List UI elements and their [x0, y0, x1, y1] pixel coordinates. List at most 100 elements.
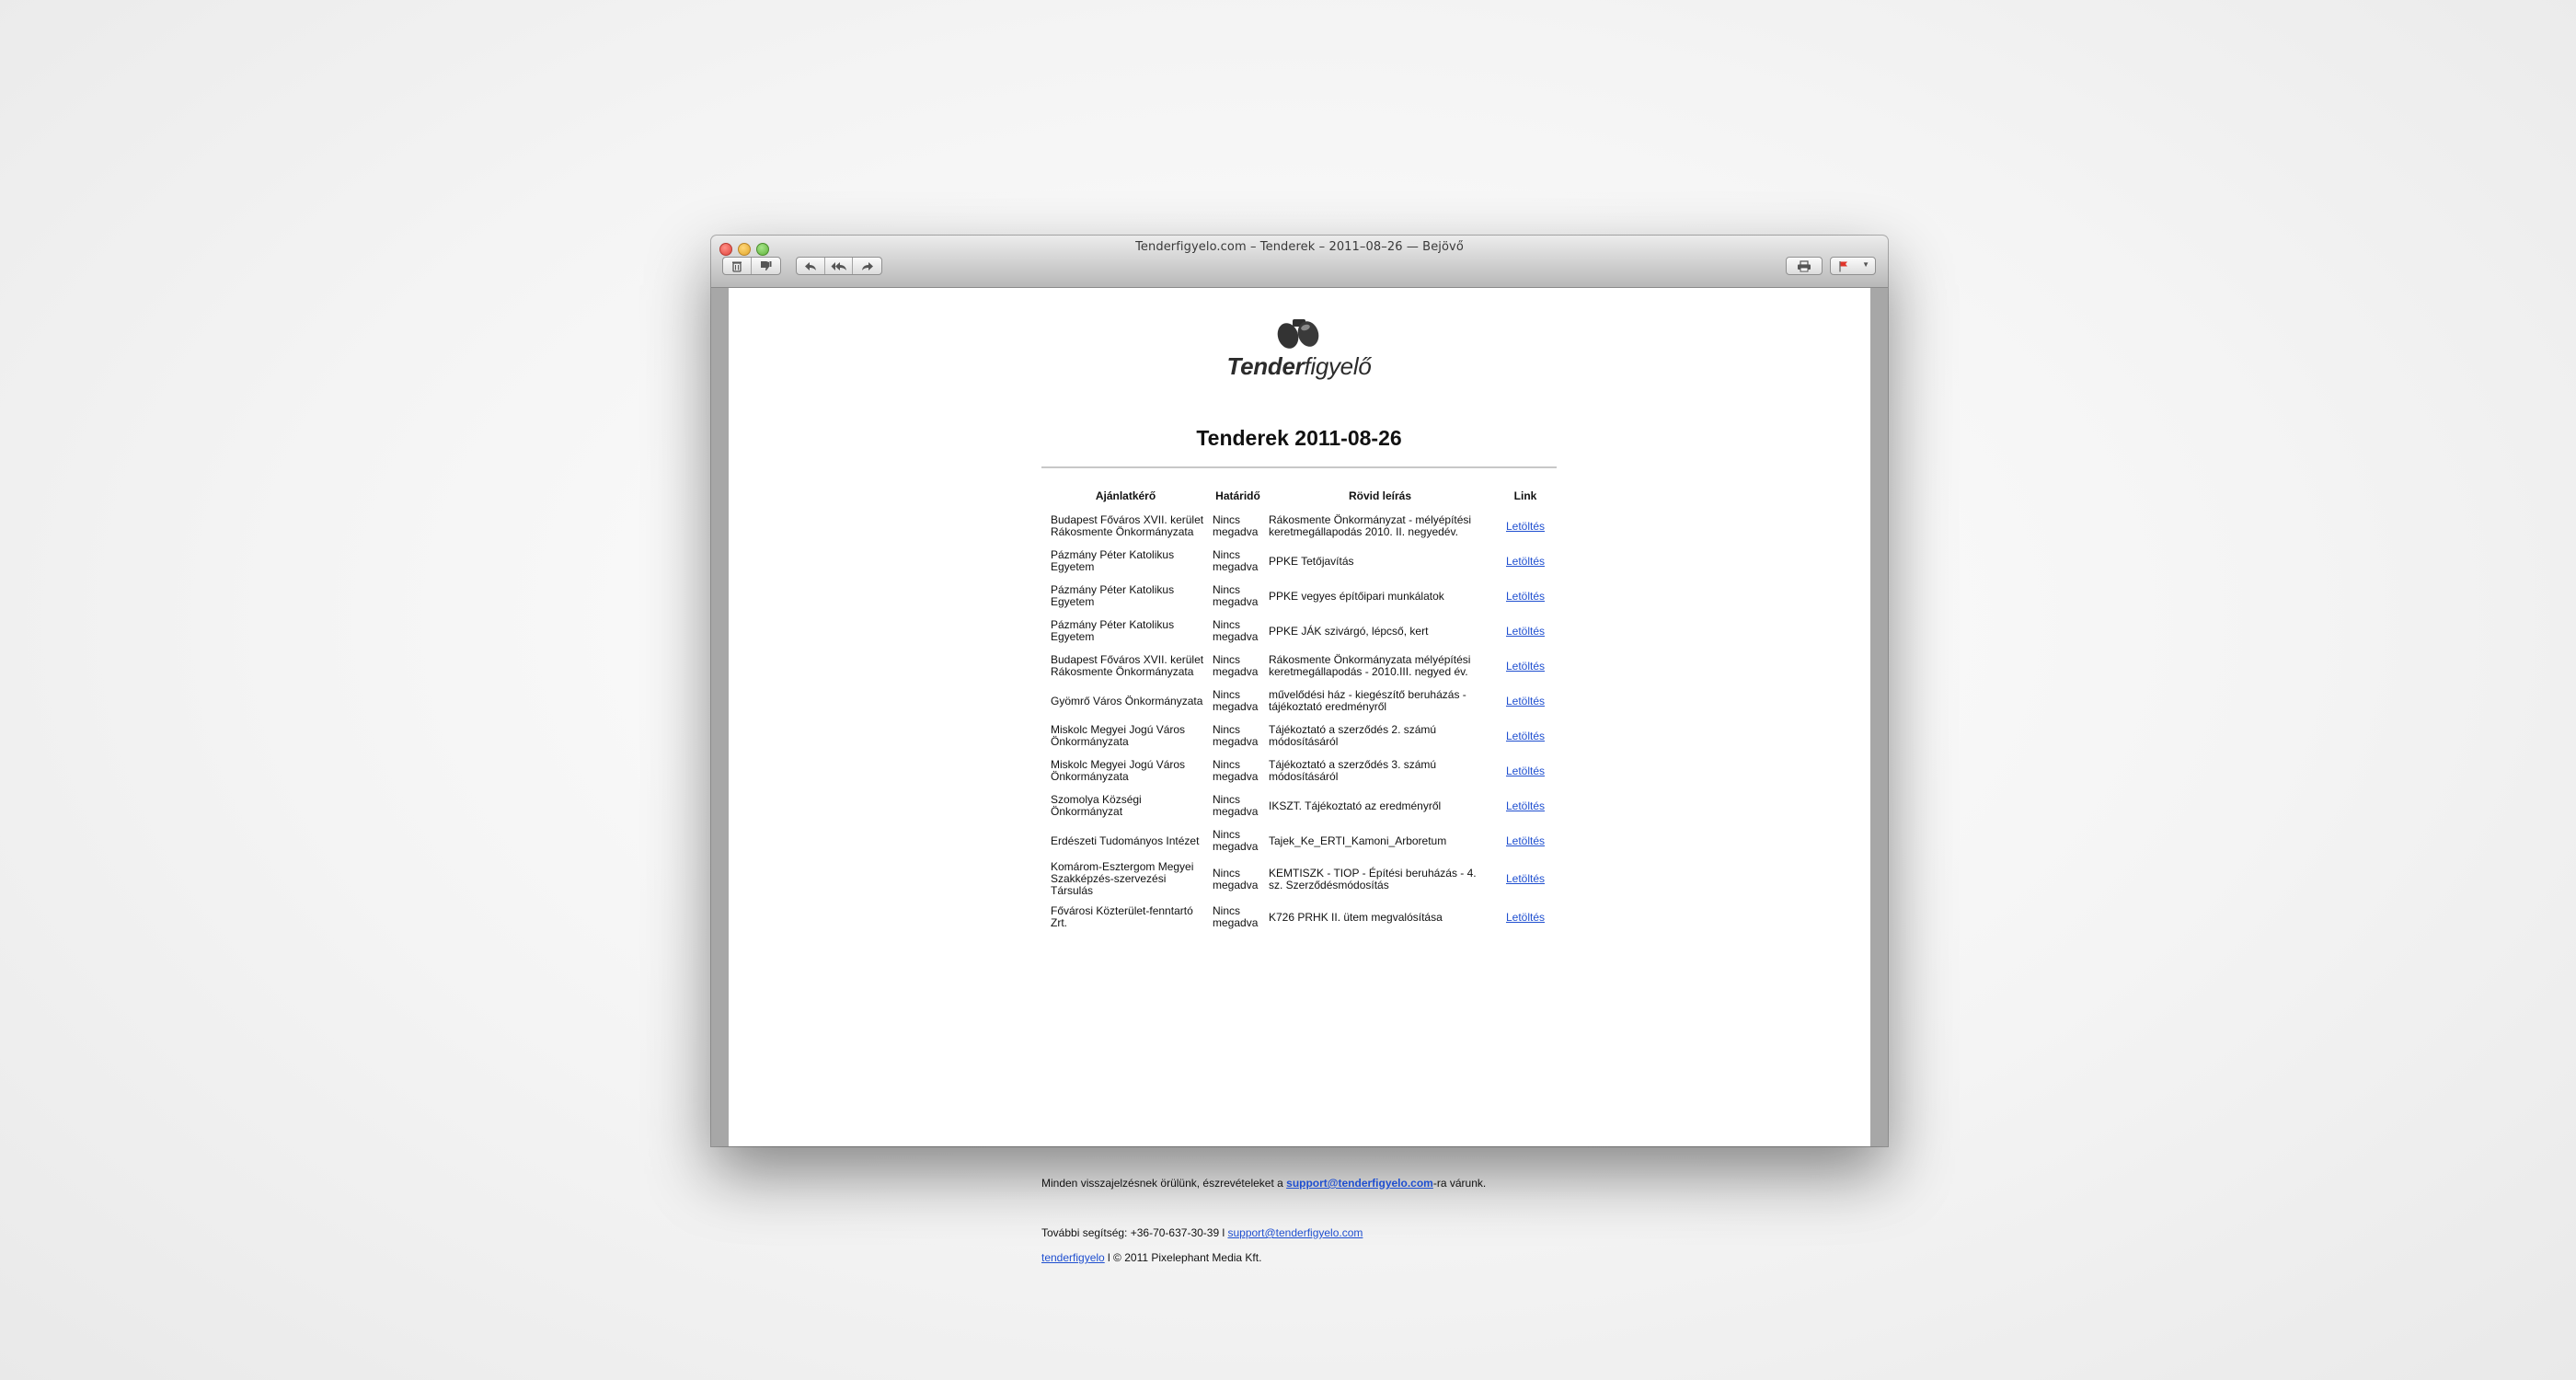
table-row: Pázmány Péter Katolikus Egyetem Nincs meg…	[1041, 544, 1557, 579]
cell-link: Letöltés	[1494, 753, 1557, 788]
junk-button[interactable]	[752, 258, 780, 274]
column-header-ajanlatkero: Ajánlatkérő	[1095, 489, 1156, 502]
cell-leiras: Rákosmente Önkormányzata mélyépítési ker…	[1269, 653, 1471, 678]
table-header-row: Ajánlatkérő Határidő Rövid leírás Link	[1041, 483, 1557, 509]
cell-leiras: PPKE Tetőjavítás	[1269, 554, 1354, 568]
reply-arrow-icon	[804, 261, 816, 270]
cell-leiras: IKSZT. Tájékoztató az eredményről	[1269, 799, 1442, 812]
cell-ajanlatkero: Budapest Főváros XVII. kerület Rákosment…	[1051, 513, 1204, 538]
download-link[interactable]: Letöltés	[1506, 590, 1545, 603]
cell-ajanlatkero: Gyömrő Város Önkormányzata	[1051, 694, 1203, 707]
cell-link: Letöltés	[1494, 544, 1557, 579]
cell-leiras: K726 PRHK II. ütem megvalósítása	[1269, 910, 1443, 924]
table-body: Budapest Főváros XVII. kerület Rákosment…	[1041, 509, 1557, 935]
table-row: Pázmány Péter Katolikus Egyetem Nincs meg…	[1041, 579, 1557, 614]
cell-link: Letöltés	[1494, 858, 1557, 900]
cell-link: Letöltés	[1494, 509, 1557, 544]
print-button[interactable]	[1786, 257, 1823, 275]
cell-ajanlatkero: Miskolc Megyei Jogú Város Önkormányzata	[1051, 758, 1186, 783]
cell-ajanlatkero: Pázmány Péter Katolikus Egyetem	[1051, 583, 1175, 608]
table-row: Budapest Főváros XVII. kerület Rákosment…	[1041, 649, 1557, 684]
cell-hatarido: Nincs megadva	[1213, 688, 1259, 713]
mail-window: Tenderfigyelo.com – Tenderek – 2011–08–2…	[711, 236, 1888, 1264]
cell-leiras: Tájékoztató a szerződés 2. számú módosít…	[1269, 723, 1437, 748]
cell-ajanlatkero: Komárom-Esztergom Megyei Szakképzés-szer…	[1051, 860, 1194, 897]
download-link[interactable]: Letöltés	[1506, 660, 1545, 673]
window-title: Tenderfigyelo.com – Tenderek – 2011–08–2…	[1135, 240, 1464, 254]
cell-hatarido: Nincs megadva	[1213, 653, 1259, 678]
delete-junk-group	[722, 257, 781, 275]
download-link[interactable]: Letöltés	[1506, 799, 1545, 812]
cell-hatarido: Nincs megadva	[1213, 828, 1259, 853]
forward-arrow-icon	[861, 261, 873, 270]
flag-dropdown-chevron-icon: ▼	[1862, 260, 1869, 269]
cell-ajanlatkero: Fővárosi Közterület-fenntartó Zrt.	[1051, 904, 1193, 929]
cell-link: Letöltés	[1494, 684, 1557, 719]
forward-button[interactable]	[853, 258, 881, 274]
column-header-hatarido: Határidő	[1215, 489, 1260, 502]
cell-link: Letöltés	[1494, 649, 1557, 684]
help-text: További segítség: +36-70-637-30-39 l	[1041, 1226, 1228, 1239]
thumbs-down-icon	[761, 261, 772, 270]
page-title: Tenderek 2011-08-26	[1196, 426, 1402, 450]
tenderfigyelo-logo: Tenderfigyelő	[1041, 316, 1557, 381]
cell-ajanlatkero: Szomolya Községi Önkormányzat	[1051, 793, 1142, 818]
download-link[interactable]: Letöltés	[1506, 520, 1545, 533]
copyright-line: tenderfigyelo l © 2011 Pixelephant Media…	[1041, 1251, 1261, 1264]
cell-hatarido: Nincs megadva	[1213, 793, 1259, 818]
cell-hatarido: Nincs megadva	[1213, 583, 1259, 608]
logo-wordmark: Tenderfigyelő	[1226, 352, 1372, 380]
cell-leiras: Rákosmente Önkormányzat - mélyépítési ke…	[1269, 513, 1472, 538]
table-row: Pázmány Péter Katolikus Egyetem Nincs meg…	[1041, 614, 1557, 649]
table-row: Budapest Főváros XVII. kerület Rákosment…	[1041, 509, 1557, 544]
cell-hatarido: Nincs megadva	[1213, 758, 1259, 783]
red-flag-icon	[1839, 260, 1847, 271]
download-link[interactable]: Letöltés	[1506, 625, 1545, 638]
table-row: Miskolc Megyei Jogú Város Önkormányzata N…	[1041, 753, 1557, 788]
download-link[interactable]: Letöltés	[1506, 730, 1545, 742]
cell-link: Letöltés	[1494, 719, 1557, 753]
download-link[interactable]: Letöltés	[1506, 911, 1545, 924]
download-link[interactable]: Letöltés	[1506, 555, 1545, 568]
title-bar: Tenderfigyelo.com – Tenderek – 2011–08–2…	[711, 236, 1888, 288]
table-row: Fővárosi Közterület-fenntartó Zrt. Nincs …	[1041, 900, 1557, 935]
table-row: Miskolc Megyei Jogú Város Önkormányzata N…	[1041, 719, 1557, 753]
column-header-leiras: Rövid leírás	[1348, 489, 1412, 502]
download-link[interactable]: Letöltés	[1506, 695, 1545, 707]
left-margin	[711, 288, 729, 1146]
help-email-link[interactable]: support@tenderfigyelo.com	[1227, 1226, 1363, 1239]
feedback-text: Minden visszajelzésnek örülünk, észrevét…	[1041, 1177, 1287, 1190]
reply-button[interactable]	[797, 258, 825, 274]
right-margin	[1870, 288, 1888, 1146]
flag-button[interactable]: ▼	[1830, 257, 1876, 275]
download-link[interactable]: Letöltés	[1506, 834, 1545, 847]
table-row: Gyömrő Város Önkormányzata Nincs megadva m…	[1041, 684, 1557, 719]
binoculars-icon	[1041, 316, 1557, 352]
cell-link: Letöltés	[1494, 579, 1557, 614]
support-email-link[interactable]: support@tenderfigyelo.com	[1286, 1177, 1433, 1190]
cell-hatarido: Nincs megadva	[1213, 904, 1259, 929]
download-link[interactable]: Letöltés	[1506, 765, 1545, 777]
site-link[interactable]: tenderfigyelo	[1041, 1251, 1105, 1264]
cell-ajanlatkero: Pázmány Péter Katolikus Egyetem	[1051, 618, 1175, 643]
cell-link: Letöltés	[1494, 614, 1557, 649]
cell-link: Letöltés	[1494, 900, 1557, 935]
download-link[interactable]: Letöltés	[1506, 872, 1545, 885]
reply-all-arrow-icon	[831, 261, 846, 270]
table-row: Szomolya Községi Önkormányzat Nincs megad…	[1041, 788, 1557, 823]
cell-hatarido: Nincs megadva	[1213, 866, 1259, 891]
reply-all-button[interactable]	[825, 258, 854, 274]
reply-group	[796, 257, 882, 275]
table-row: Erdészeti Tudományos Intézet Nincs megadv…	[1041, 823, 1557, 858]
cell-ajanlatkero: Erdészeti Tudományos Intézet	[1051, 834, 1200, 847]
cell-leiras: Tajek_Ke_ERTI_Kamoni_Arboretum	[1269, 834, 1447, 847]
copyright-text: l © 2011 Pixelephant Media Kft.	[1104, 1251, 1262, 1264]
column-header-link: Link	[1513, 489, 1537, 502]
cell-leiras: KEMTISZK - TIOP - Építési beruházás - 4.…	[1269, 866, 1477, 891]
table-row: Komárom-Esztergom Megyei Szakképzés-szer…	[1041, 858, 1557, 900]
cell-leiras: PPKE vegyes építőipari munkálatok	[1269, 589, 1444, 603]
cell-hatarido: Nincs megadva	[1213, 723, 1259, 748]
divider	[1041, 466, 1557, 468]
trash-icon	[732, 261, 742, 272]
delete-button[interactable]	[723, 258, 752, 274]
